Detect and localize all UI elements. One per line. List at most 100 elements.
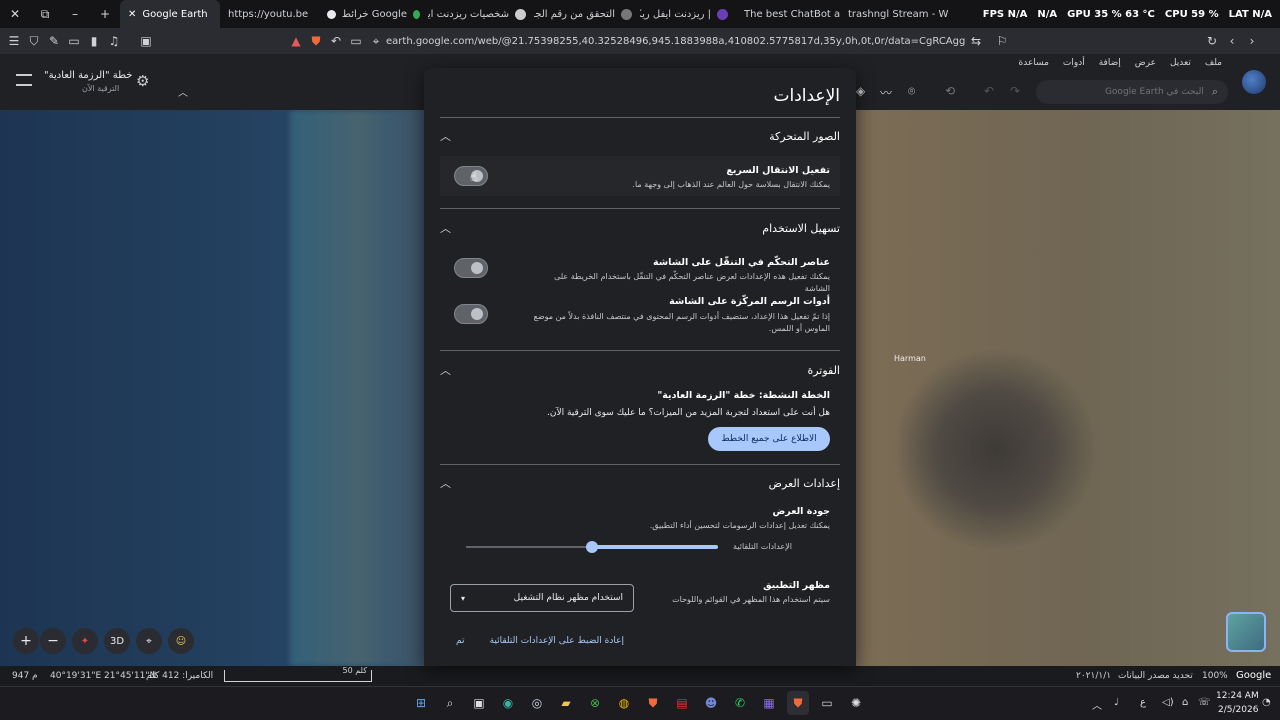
terminal-icon[interactable]: ▭ [816,691,838,715]
project-title[interactable]: خطة "الرزمة العادية" [44,70,133,81]
search-box[interactable]: ⌕ البحث في Google Earth [1036,80,1228,104]
whatsapp-icon[interactable]: ✆ [729,691,751,715]
tray-chevron-icon[interactable]: ︿ [1092,697,1102,712]
new-tab-button[interactable]: + [90,0,120,28]
quality-slider[interactable] [466,541,718,553]
settings-gear-icon[interactable]: ⚙ [136,72,149,90]
reload-icon[interactable]: ↻ [1202,28,1222,54]
window-icon[interactable]: ▣ [136,28,156,54]
brave-icon[interactable]: ⛊ [642,691,664,715]
redo-icon[interactable]: ↷ [1010,84,1020,98]
share-icon[interactable]: ⇆ [966,28,986,54]
extension-icon[interactable]: ▲ [286,28,306,54]
path-icon[interactable]: 〰 [880,84,892,101]
tab-chatbot[interactable]: The best ChatBot an [736,0,840,28]
tab-stream[interactable]: trashngl Stream - W [840,0,950,28]
history-icon[interactable]: ⟲ [945,84,955,98]
volume-icon[interactable]: ◁) [1162,697,1174,708]
menu-file[interactable]: ملف [1205,58,1222,68]
pen-icon[interactable]: ✎ [44,28,64,54]
done-button[interactable]: تم [456,636,465,646]
layers-icon[interactable]: ◈ [856,84,865,98]
layer-thumbnail-button[interactable] [1226,612,1266,652]
undo-icon[interactable]: ↶ [984,84,994,98]
section-animations-header[interactable]: الصور المتحركة ︿ [440,118,840,154]
tab-resident-evil-chars[interactable]: شخصيات ريزدنت ايفل [428,0,534,28]
brave-active-icon[interactable]: ⛊ [787,691,809,715]
compass-icon[interactable]: ✦ [72,628,98,654]
menu-edit[interactable]: تعديل [1170,58,1191,68]
project-subtitle[interactable]: الترقية الآن [82,84,119,93]
zoom-in-button[interactable]: + [13,628,39,654]
menu-tools[interactable]: أدوات [1063,58,1085,68]
back-icon[interactable]: ↶ [326,28,346,54]
minimize-window-icon[interactable]: – [60,0,90,28]
my-location-icon[interactable]: ⌖ [136,628,162,654]
xbox-icon[interactable]: ⊗ [584,691,606,715]
tab-google-earth[interactable]: ✕ Google Earth [120,0,220,28]
notification-icon[interactable]: ◔ [1262,697,1271,708]
close-tab-icon[interactable]: ✕ [128,9,136,20]
bookmark-icon[interactable]: ⚐ [992,28,1012,54]
tabs-icon[interactable]: ▭ [64,28,84,54]
task-view-icon[interactable]: ▣ [468,691,490,715]
menu-add[interactable]: إضافة [1099,58,1121,68]
slider-thumb[interactable] [586,541,598,553]
street-view-icon[interactable]: ☺ [168,628,194,654]
placemark-icon[interactable]: ⌾ [908,84,915,99]
avatar[interactable] [1242,70,1266,94]
section-accessibility-header[interactable]: تسهيل الاستخدام ︿ [440,210,840,246]
active-plan-text: الخطة النشطة: خطة "الرزمة العادية" [657,390,830,401]
tab-youtube[interactable]: https://youtu.be/qto [220,0,308,28]
file-explorer-icon[interactable]: ▰ [555,691,577,715]
location-icon[interactable]: ⌖ [366,28,386,54]
nav-forward-icon[interactable]: › [1242,28,1262,54]
chatgpt-icon[interactable]: ✺ [845,691,867,715]
url-field[interactable]: earth.google.com/web/@21.75398255,40.325… [386,36,966,47]
screen-icon[interactable]: ▭ [346,28,366,54]
language-indicator[interactable]: ع [1140,697,1146,708]
close-window-icon[interactable]: ✕ [0,0,30,28]
grid-app-icon[interactable]: ▦ [758,691,780,715]
chevron-up-icon[interactable]: ︿ [440,220,451,236]
tab-google-maps[interactable]: خرائط Google [308,0,428,28]
section-display-header[interactable]: إعدادات العرض ︿ [440,465,840,501]
restore-window-icon[interactable]: ⧉ [30,0,60,28]
tab-phone-verify[interactable]: التحقق من رقم الجوال [534,0,640,28]
collapse-chevron-icon[interactable]: ︿ [178,84,188,99]
nav-controls-toggle[interactable] [454,258,488,278]
menu-view[interactable]: عرض [1135,58,1156,68]
menu-icon[interactable]: ☰ [4,28,24,54]
earth-menu-icon[interactable] [16,74,32,86]
network-icon[interactable]: ⌂ [1182,697,1188,708]
microphone-icon[interactable]: ♩ [1114,697,1119,708]
clock-date[interactable]: 2/5/2026 [1218,705,1258,715]
search-icon[interactable]: ⌕ [439,691,461,715]
view-plans-button[interactable]: الاطلاع على جميع الخطط [708,427,830,451]
toggle-3d-button[interactable]: 3D [104,628,130,654]
chevron-up-icon[interactable]: ︿ [440,128,451,144]
edge-icon[interactable]: ◉ [497,691,519,715]
section-billing-header[interactable]: الفوترة ︿ [440,352,840,388]
discord-icon[interactable]: ☻ [700,691,722,715]
app-theme-select[interactable]: استخدام مظهر نظام التشغيل ▾ [450,584,634,612]
shield-icon[interactable]: ⛉ [24,28,44,54]
nav-back-icon[interactable]: ‹ [1222,28,1242,54]
app-icon[interactable]: ▤ [671,691,693,715]
chevron-up-icon[interactable]: ︿ [440,362,451,378]
zoom-out-button[interactable]: − [40,628,66,654]
menu-help[interactable]: مساعدة [1019,58,1049,68]
data-attribution-link[interactable]: تحديد مصدر البيانات [1118,671,1193,681]
chat-icon[interactable]: ☏ [1198,697,1211,708]
reset-defaults-button[interactable]: إعادة الضبط على الإعدادات التلقائية [490,636,624,646]
clock-time[interactable]: 12:24 AM [1216,691,1259,701]
brave-shield-icon[interactable]: ⛊ [306,28,326,54]
chrome-icon[interactable]: ◍ [613,691,635,715]
start-icon[interactable]: ⊞ [410,691,432,715]
music-icon[interactable]: ♫ [104,28,124,54]
tab-resident-evil-requiem[interactable]: ريزدنت ايفل ريكويم | [640,0,736,28]
drawing-tools-toggle[interactable] [454,304,488,324]
chevron-up-icon[interactable]: ︿ [440,475,451,491]
sidebar-icon[interactable]: ▮ [84,28,104,54]
steam-icon[interactable]: ◎ [526,691,548,715]
